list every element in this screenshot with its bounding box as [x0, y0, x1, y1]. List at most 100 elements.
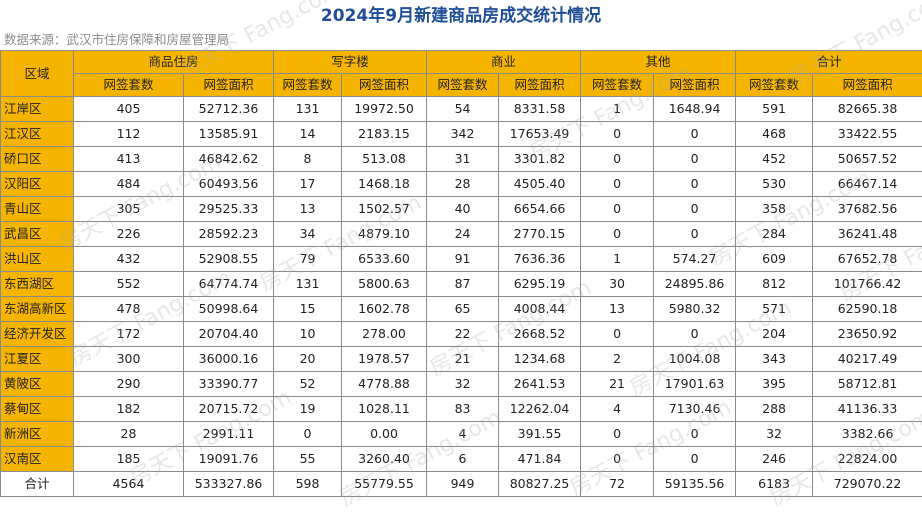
- cell-area: 1234.68: [498, 346, 582, 372]
- cell-area: 471.84: [498, 446, 582, 472]
- cell-count: 0: [580, 146, 655, 172]
- cell-area: 4778.88: [341, 371, 428, 397]
- cell-area: 4008.44: [498, 296, 582, 322]
- cell-count: 552: [73, 271, 184, 297]
- cell-count: 1: [580, 96, 655, 122]
- cell-count: 342: [426, 121, 500, 147]
- cell-count: 0: [580, 196, 655, 222]
- cell-count: 478: [73, 296, 184, 322]
- cell-count: 0: [273, 421, 343, 447]
- cell-area: 28592.23: [182, 221, 275, 247]
- cell-area: 22824.00: [812, 446, 922, 472]
- cell-count: 91: [426, 246, 500, 272]
- cell-area: 36000.16: [182, 346, 275, 372]
- cell-count: 83: [426, 396, 500, 422]
- cell-count: 131: [273, 271, 343, 297]
- total-label: 合计: [0, 471, 74, 497]
- cell-count: 21: [580, 371, 655, 397]
- cell-count: 468: [735, 121, 814, 147]
- subheader-area: 网签面积: [498, 73, 582, 97]
- cell-area: 67652.78: [812, 246, 922, 272]
- cell-area: 5980.32: [653, 296, 737, 322]
- cell-count: 55: [273, 446, 343, 472]
- cell-area: 17901.63: [653, 371, 737, 397]
- cell-area: 19091.76: [182, 446, 275, 472]
- table-row: 硚口区 413 46842.62 8 513.08 31 3301.82 0 0 452 50657…: [0, 146, 922, 172]
- cell-area: 5800.63: [341, 271, 428, 297]
- total-area: 80827.25: [498, 471, 582, 497]
- cell-count: 10: [273, 321, 343, 347]
- cell-area: 391.55: [498, 421, 582, 447]
- region-name: 青山区: [0, 196, 74, 222]
- cell-area: 278.00: [341, 321, 428, 347]
- cell-area: 66467.14: [812, 171, 922, 197]
- cell-area: 20715.72: [182, 396, 275, 422]
- table-row: 江岸区 405 52712.36 131 19972.50 54 8331.58 1 1648.…: [0, 96, 922, 122]
- cell-area: 19972.50: [341, 96, 428, 122]
- cell-count: 484: [73, 171, 184, 197]
- cell-count: 131: [273, 96, 343, 122]
- cell-count: 288: [735, 396, 814, 422]
- cell-count: 52: [273, 371, 343, 397]
- cell-count: 0: [580, 221, 655, 247]
- region-name: 东西湖区: [0, 271, 74, 297]
- cell-count: 432: [73, 246, 184, 272]
- cell-area: 0: [653, 421, 737, 447]
- cell-area: 29525.33: [182, 196, 275, 222]
- subheader-area: 网签面积: [653, 73, 737, 97]
- total-row: 合计 4564 533327.86 598 55779.55 949 80827.25 72 5…: [0, 471, 922, 497]
- table-row: 武昌区 226 28592.23 34 4879.10 24 2770.15 0 0 284 362…: [0, 221, 922, 247]
- group-header-other: 其他: [580, 50, 737, 74]
- region-name: 东湖高新区: [0, 296, 74, 322]
- cell-count: 22: [426, 321, 500, 347]
- cell-area: 0: [653, 196, 737, 222]
- cell-count: 0: [580, 421, 655, 447]
- cell-area: 41136.33: [812, 396, 922, 422]
- cell-area: 46842.62: [182, 146, 275, 172]
- group-header-commercial: 商业: [426, 50, 582, 74]
- cell-area: 52908.55: [182, 246, 275, 272]
- group-header-total: 合计: [735, 50, 922, 74]
- cell-area: 36241.48: [812, 221, 922, 247]
- total-area: 729070.22: [812, 471, 922, 497]
- cell-count: 28: [73, 421, 184, 447]
- subheader-count: 网签套数: [580, 73, 655, 97]
- cell-area: 8331.58: [498, 96, 582, 122]
- cell-count: 452: [735, 146, 814, 172]
- cell-area: 0: [653, 321, 737, 347]
- cell-count: 1: [580, 246, 655, 272]
- region-name: 江岸区: [0, 96, 74, 122]
- cell-area: 50657.52: [812, 146, 922, 172]
- cell-area: 1602.78: [341, 296, 428, 322]
- cell-area: 4879.10: [341, 221, 428, 247]
- cell-area: 60493.56: [182, 171, 275, 197]
- cell-count: 20: [273, 346, 343, 372]
- region-header: 区域: [0, 50, 74, 97]
- cell-count: 0: [580, 171, 655, 197]
- cell-count: 413: [73, 146, 184, 172]
- cell-count: 54: [426, 96, 500, 122]
- subheader-area: 网签面积: [812, 73, 922, 97]
- cell-area: 574.27: [653, 246, 737, 272]
- cell-area: 7130.46: [653, 396, 737, 422]
- cell-count: 65: [426, 296, 500, 322]
- table-row: 青山区 305 29525.33 13 1502.57 40 6654.66 0 0 358 376…: [0, 196, 922, 222]
- cell-area: 0.00: [341, 421, 428, 447]
- cell-count: 79: [273, 246, 343, 272]
- cell-area: 6533.60: [341, 246, 428, 272]
- cell-count: 290: [73, 371, 184, 397]
- cell-count: 812: [735, 271, 814, 297]
- cell-area: 2668.52: [498, 321, 582, 347]
- cell-count: 21: [426, 346, 500, 372]
- cell-area: 13585.91: [182, 121, 275, 147]
- cell-area: 3382.66: [812, 421, 922, 447]
- cell-count: 405: [73, 96, 184, 122]
- cell-area: 37682.56: [812, 196, 922, 222]
- page-title: 2024年9月新建商品房成交统计情况: [320, 6, 602, 26]
- cell-area: 0: [653, 171, 737, 197]
- table-row: 东西湖区 552 64774.74 131 5800.63 87 6295.19 30 2489…: [0, 271, 922, 297]
- cell-count: 8: [273, 146, 343, 172]
- cell-area: 62590.18: [812, 296, 922, 322]
- cell-count: 30: [580, 271, 655, 297]
- table-row: 汉南区 185 19091.76 55 3260.40 6 471.84 0 0 246 22824…: [0, 446, 922, 472]
